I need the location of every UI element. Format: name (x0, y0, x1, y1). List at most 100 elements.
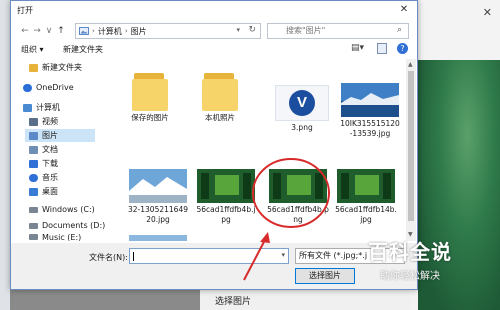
recent-locations-chevron-icon[interactable]: ∨ (43, 26, 55, 36)
sidebar-item-label: Music (E:) (42, 233, 81, 241)
music-icon (29, 174, 38, 182)
drive-icon (29, 234, 38, 240)
breadcrumb-pictures[interactable]: 图片 (131, 26, 147, 37)
image-thumbnail (129, 235, 187, 241)
sidebar-item-label: 新建文件夹 (42, 62, 82, 73)
new-folder-button[interactable]: 新建文件夹 (63, 44, 103, 55)
sidebar-item-pictures[interactable]: 图片 (25, 129, 95, 142)
image-thumbnail (337, 169, 395, 203)
file-item[interactable]: 保存的图片 (119, 69, 181, 123)
computer-icon (23, 104, 32, 112)
file-item-partial[interactable] (127, 235, 189, 241)
image-thumbnail: V (275, 85, 329, 121)
up-arrow-icon[interactable]: ↑ (55, 26, 67, 36)
watermark: 百科全说 助你轻松解决 (356, 236, 464, 286)
sidebar-item-drive-e[interactable]: Music (E:) (29, 233, 81, 241)
preview-pane-icon[interactable] (377, 43, 387, 54)
file-list-scrollbar[interactable]: ▲ ▼ (406, 59, 416, 241)
watermark-title: 百科全说 (356, 236, 464, 265)
help-icon[interactable]: ? (397, 43, 408, 54)
file-name: 保存的图片 (119, 113, 181, 123)
file-name: 56cad1ffdfb4b.jpg (195, 205, 257, 225)
file-name: 56cad1ffdfb14b.jpg (335, 205, 397, 225)
file-item[interactable]: 本机照片 (189, 69, 251, 123)
view-options-icon[interactable]: ▤▾ (351, 43, 364, 53)
sidebar-item-onedrive[interactable]: OneDrive (23, 81, 74, 94)
video-icon (29, 118, 38, 126)
sidebar-item-desktop[interactable]: 桌面 (29, 185, 58, 198)
background-app-edge (0, 0, 10, 310)
file-item[interactable]: 56cad1ffdfb14b.jpg (335, 169, 397, 225)
filename-input[interactable]: ▾ (129, 248, 289, 264)
desktop-icon (29, 188, 38, 196)
sidebar-item-label: 音乐 (42, 172, 58, 183)
sidebar-item-drive-c[interactable]: Windows (C:) (29, 203, 95, 216)
file-item[interactable]: 10IK315515120-13539.jpg (339, 83, 401, 139)
sidebar-item-label: 图片 (42, 130, 58, 141)
sidebar-item-label: 下载 (42, 158, 58, 169)
file-name: 32-130521164920.jpg (127, 205, 189, 225)
image-thumbnail (341, 83, 399, 117)
file-name: 56cad1ffdfb4b.png (267, 205, 329, 225)
file-name: 本机照片 (189, 113, 251, 123)
sidebar-item-new-folder[interactable]: 新建文件夹 (29, 61, 82, 74)
sidebar-item-label: 桌面 (42, 186, 58, 197)
select-image-button[interactable]: 选择图片 (295, 268, 355, 284)
sidebar-item-label: Windows (C:) (42, 205, 95, 214)
watermark-subtitle: 助你轻松解决 (356, 267, 464, 282)
image-thumbnail (197, 169, 255, 203)
forward-arrow-icon[interactable]: → (31, 26, 43, 36)
address-bar[interactable]: › 计算机 › 图片 ▾ ↻ (75, 23, 261, 39)
breadcrumb-separator: › (125, 27, 128, 35)
background-caption: 选择图片 (215, 294, 251, 307)
sidebar-item-label: OneDrive (36, 83, 74, 92)
dialog-title: 打开 (17, 5, 33, 16)
search-icon[interactable]: ⌕ (397, 25, 402, 35)
cloud-icon (23, 84, 32, 92)
file-item[interactable]: 56cad1ffdfb4b.jpg (195, 169, 257, 225)
file-name: 3.png (271, 123, 333, 133)
image-thumbnail (129, 169, 187, 203)
toolbar: 组织 ▾ 新建文件夹 ▤▾ ? (11, 43, 417, 57)
pictures-location-icon (79, 27, 89, 35)
organize-button[interactable]: 组织 ▾ (21, 44, 44, 55)
refresh-icon[interactable]: ↻ (248, 25, 256, 35)
v-logo-icon: V (289, 90, 315, 116)
scroll-up-icon[interactable]: ▲ (408, 61, 413, 68)
sidebar-item-label: Documents (D:) (42, 221, 105, 230)
file-item[interactable]: 32-130521164920.jpg (127, 169, 189, 225)
sidebar-item-label: 文档 (42, 144, 58, 155)
background-caption-bar: 选择图片 (200, 288, 410, 310)
navigation-pane: 新建文件夹 OneDrive 计算机 视频 图片 文档 下载 音乐 (11, 59, 99, 241)
sidebar-item-computer[interactable]: 计算机 (23, 101, 60, 114)
breadcrumb-separator: › (92, 27, 95, 35)
sidebar-item-drive-d[interactable]: Documents (D:) (29, 219, 105, 232)
drive-icon (29, 223, 38, 229)
filename-dropdown-chevron-icon[interactable]: ▾ (281, 251, 285, 259)
address-dropdown-chevron-icon[interactable]: ▾ (236, 26, 240, 34)
sidebar-item-documents[interactable]: 文档 (29, 143, 58, 156)
file-list: 保存的图片 本机照片 V 3.png 10IK315515120-13539.j… (107, 59, 407, 241)
search-input[interactable]: 搜索"图片" (267, 23, 409, 39)
sidebar-item-label: 计算机 (36, 102, 60, 113)
sidebar-item-music[interactable]: 音乐 (29, 171, 58, 184)
folder-icon (29, 64, 38, 72)
pictures-icon (29, 132, 38, 140)
folder-icon (132, 69, 168, 111)
sidebar-item-videos[interactable]: 视频 (29, 115, 58, 128)
download-icon (29, 160, 38, 168)
scrollbar-thumb[interactable] (408, 71, 414, 221)
breadcrumb-computer[interactable]: 计算机 (98, 26, 122, 37)
filename-label: 文件名(N): (89, 252, 128, 263)
documents-icon (29, 146, 38, 154)
drive-icon (29, 207, 38, 213)
file-item[interactable]: V 3.png (271, 85, 333, 133)
folder-icon (202, 69, 238, 111)
background-close-icon[interactable]: ✕ (483, 6, 492, 19)
file-item[interactable]: 56cad1ffdfb4b.png (267, 169, 329, 225)
close-icon[interactable]: ✕ (395, 3, 413, 17)
title-bar: 打开 ✕ (11, 1, 417, 19)
sidebar-item-label: 视频 (42, 116, 58, 127)
sidebar-item-downloads[interactable]: 下载 (29, 157, 58, 170)
back-arrow-icon[interactable]: ← (19, 26, 31, 36)
